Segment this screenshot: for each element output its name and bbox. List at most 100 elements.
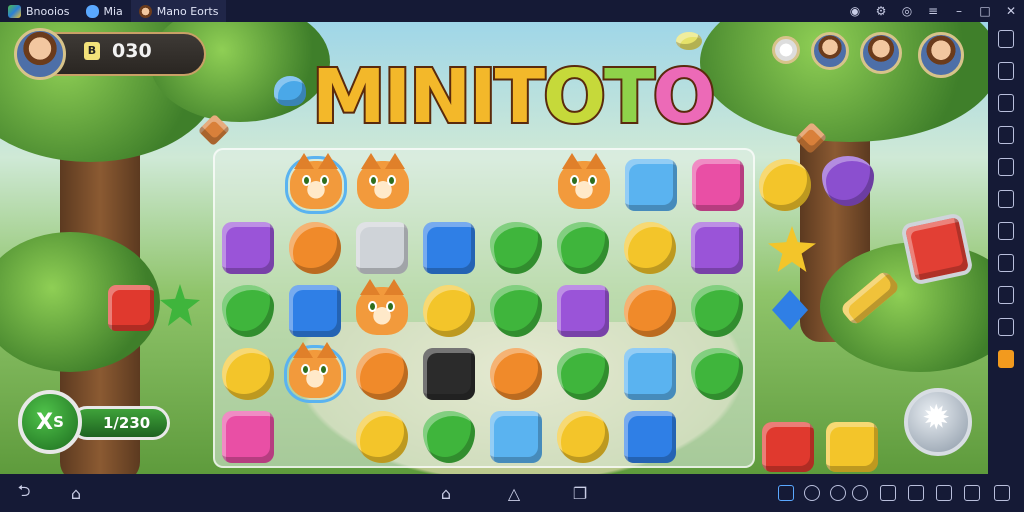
close-icon[interactable]: ✕ bbox=[998, 0, 1024, 22]
help-icon[interactable]: ◉ bbox=[842, 0, 868, 22]
yellow-gem-tile[interactable] bbox=[356, 411, 408, 463]
red-x-gem bbox=[108, 285, 154, 331]
yellow-gem-tile[interactable] bbox=[826, 422, 878, 472]
yellow-gem-tile[interactable] bbox=[423, 285, 475, 337]
cat-tile[interactable] bbox=[284, 342, 346, 403]
more-icon[interactable] bbox=[998, 350, 1014, 368]
title-letter: I bbox=[382, 54, 413, 140]
lightblue-gem-tile[interactable] bbox=[624, 348, 676, 400]
macro-icon[interactable] bbox=[998, 286, 1014, 304]
fullscreen-icon[interactable] bbox=[880, 485, 896, 501]
cat-tile[interactable] bbox=[558, 153, 610, 209]
settings-icon[interactable]: ⚙ bbox=[868, 0, 894, 22]
rival-avatar-2[interactable] bbox=[811, 32, 849, 70]
floating-blue-gem bbox=[274, 76, 306, 106]
game-avatar-icon bbox=[138, 4, 152, 18]
moves-icon[interactable]: XS bbox=[18, 390, 82, 454]
rival-avatar-3[interactable] bbox=[860, 32, 902, 74]
lightblue-gem-tile[interactable] bbox=[490, 411, 542, 463]
cat-eye bbox=[588, 175, 597, 186]
tab-label: Mia bbox=[103, 4, 123, 18]
recents-icon[interactable]: ❐ bbox=[566, 482, 594, 504]
home-outline-icon-2[interactable]: △ bbox=[500, 482, 528, 504]
cat-tile[interactable] bbox=[285, 153, 347, 214]
keymap-icon[interactable] bbox=[778, 485, 794, 501]
folder-icon[interactable] bbox=[998, 158, 1014, 176]
green-star-gem bbox=[160, 284, 200, 326]
emulator-title-bar: Bnooios Mia Mano Eorts ◉ ⚙ ◎ ≡ – □ ✕ bbox=[0, 0, 1024, 22]
camera-icon[interactable] bbox=[998, 94, 1014, 112]
location-icon[interactable] bbox=[998, 318, 1014, 336]
gamepad-icon[interactable] bbox=[804, 485, 820, 501]
cat-eye bbox=[319, 364, 328, 375]
yellow-gem-tile[interactable] bbox=[222, 348, 274, 400]
keyboard-icon[interactable] bbox=[998, 30, 1014, 48]
cat-eye bbox=[302, 175, 311, 186]
pink-gem-tile[interactable] bbox=[222, 411, 274, 463]
gamepad-icon[interactable]: ◎ bbox=[894, 0, 920, 22]
cat-eye bbox=[369, 175, 378, 186]
title-letter: N bbox=[407, 54, 473, 140]
yellow-gem-tile[interactable] bbox=[624, 222, 676, 274]
cat-tile[interactable] bbox=[356, 279, 408, 335]
orange-gem-tile[interactable] bbox=[289, 222, 341, 274]
game-viewport[interactable]: MINITOTO B 030 1/230 XS bbox=[0, 22, 988, 474]
moves-icon-glyph: X bbox=[36, 409, 54, 435]
rival-avatar-1[interactable] bbox=[772, 36, 800, 64]
expand-icon[interactable] bbox=[964, 485, 980, 501]
location-icon[interactable] bbox=[830, 485, 846, 501]
tab-game[interactable]: Mano Eorts bbox=[130, 0, 227, 22]
moves-icon-suffix: S bbox=[53, 413, 64, 431]
cat-eye bbox=[320, 175, 329, 186]
title-letter: T bbox=[493, 54, 548, 140]
shuffle-power-button[interactable] bbox=[904, 388, 972, 456]
cat-tile[interactable] bbox=[357, 153, 409, 209]
maximize-icon[interactable]: □ bbox=[972, 0, 998, 22]
rival-avatar-4[interactable] bbox=[918, 32, 964, 78]
emulator-window: Bnooios Mia Mano Eorts ◉ ⚙ ◎ ≡ – □ ✕ MIN… bbox=[0, 0, 1024, 512]
grey-gem-tile[interactable] bbox=[356, 222, 408, 274]
home-icon[interactable]: ⌂ bbox=[62, 482, 90, 504]
dark-gem-tile[interactable] bbox=[423, 348, 475, 400]
volume-icon[interactable] bbox=[998, 190, 1014, 208]
tab-emulator-home[interactable]: Bnooios bbox=[0, 0, 78, 22]
blue-gem-tile[interactable] bbox=[423, 222, 475, 274]
cat-eye bbox=[387, 175, 396, 186]
target-icon[interactable] bbox=[852, 485, 868, 501]
apk-icon[interactable] bbox=[998, 126, 1014, 144]
coin-icon: B bbox=[84, 42, 100, 60]
pink-gem-tile[interactable] bbox=[692, 159, 744, 211]
orange-gem-tile[interactable] bbox=[356, 348, 408, 400]
orange-gem-tile[interactable] bbox=[490, 348, 542, 400]
red-hammer-booster[interactable] bbox=[900, 212, 974, 286]
purple-gem-tile[interactable] bbox=[222, 222, 274, 274]
cloud-icon bbox=[85, 4, 99, 18]
yellow-gem-tile[interactable] bbox=[557, 411, 609, 463]
floating-yellow-gem bbox=[676, 32, 702, 50]
emulator-nav-bar: ⮌ ⌂ ⌂ △ ❐ bbox=[0, 474, 1024, 512]
back-icon[interactable]: ⮌ bbox=[10, 481, 38, 504]
title-letter: M bbox=[310, 54, 388, 140]
red-gem-tile[interactable] bbox=[762, 422, 814, 472]
minimize-icon[interactable]: – bbox=[946, 0, 972, 22]
shuffle-icon[interactable] bbox=[908, 485, 924, 501]
menu-icon[interactable]: ≡ bbox=[920, 0, 946, 22]
resize-icon[interactable] bbox=[936, 485, 952, 501]
player-avatar[interactable] bbox=[14, 28, 66, 80]
title-letter: O bbox=[651, 54, 718, 140]
collapse-icon[interactable] bbox=[994, 485, 1010, 501]
yellow-gem-tile[interactable] bbox=[759, 159, 811, 211]
lightblue-gem-tile[interactable] bbox=[625, 159, 677, 211]
blue-gem-tile[interactable] bbox=[289, 285, 341, 337]
shake-icon[interactable] bbox=[998, 254, 1014, 272]
purple-gem-tile[interactable] bbox=[557, 285, 609, 337]
rotate-icon[interactable] bbox=[998, 222, 1014, 240]
title-letter: O bbox=[541, 54, 608, 140]
orange-gem-tile[interactable] bbox=[624, 285, 676, 337]
tab-cloud[interactable]: Mia bbox=[78, 0, 131, 22]
moves-counter: 1/230 XS bbox=[18, 390, 170, 454]
purple-gem-tile[interactable] bbox=[691, 222, 743, 274]
home-outline-icon[interactable]: ⌂ bbox=[432, 482, 460, 504]
screenshot-icon[interactable] bbox=[998, 62, 1014, 80]
blue-gem-tile[interactable] bbox=[624, 411, 676, 463]
